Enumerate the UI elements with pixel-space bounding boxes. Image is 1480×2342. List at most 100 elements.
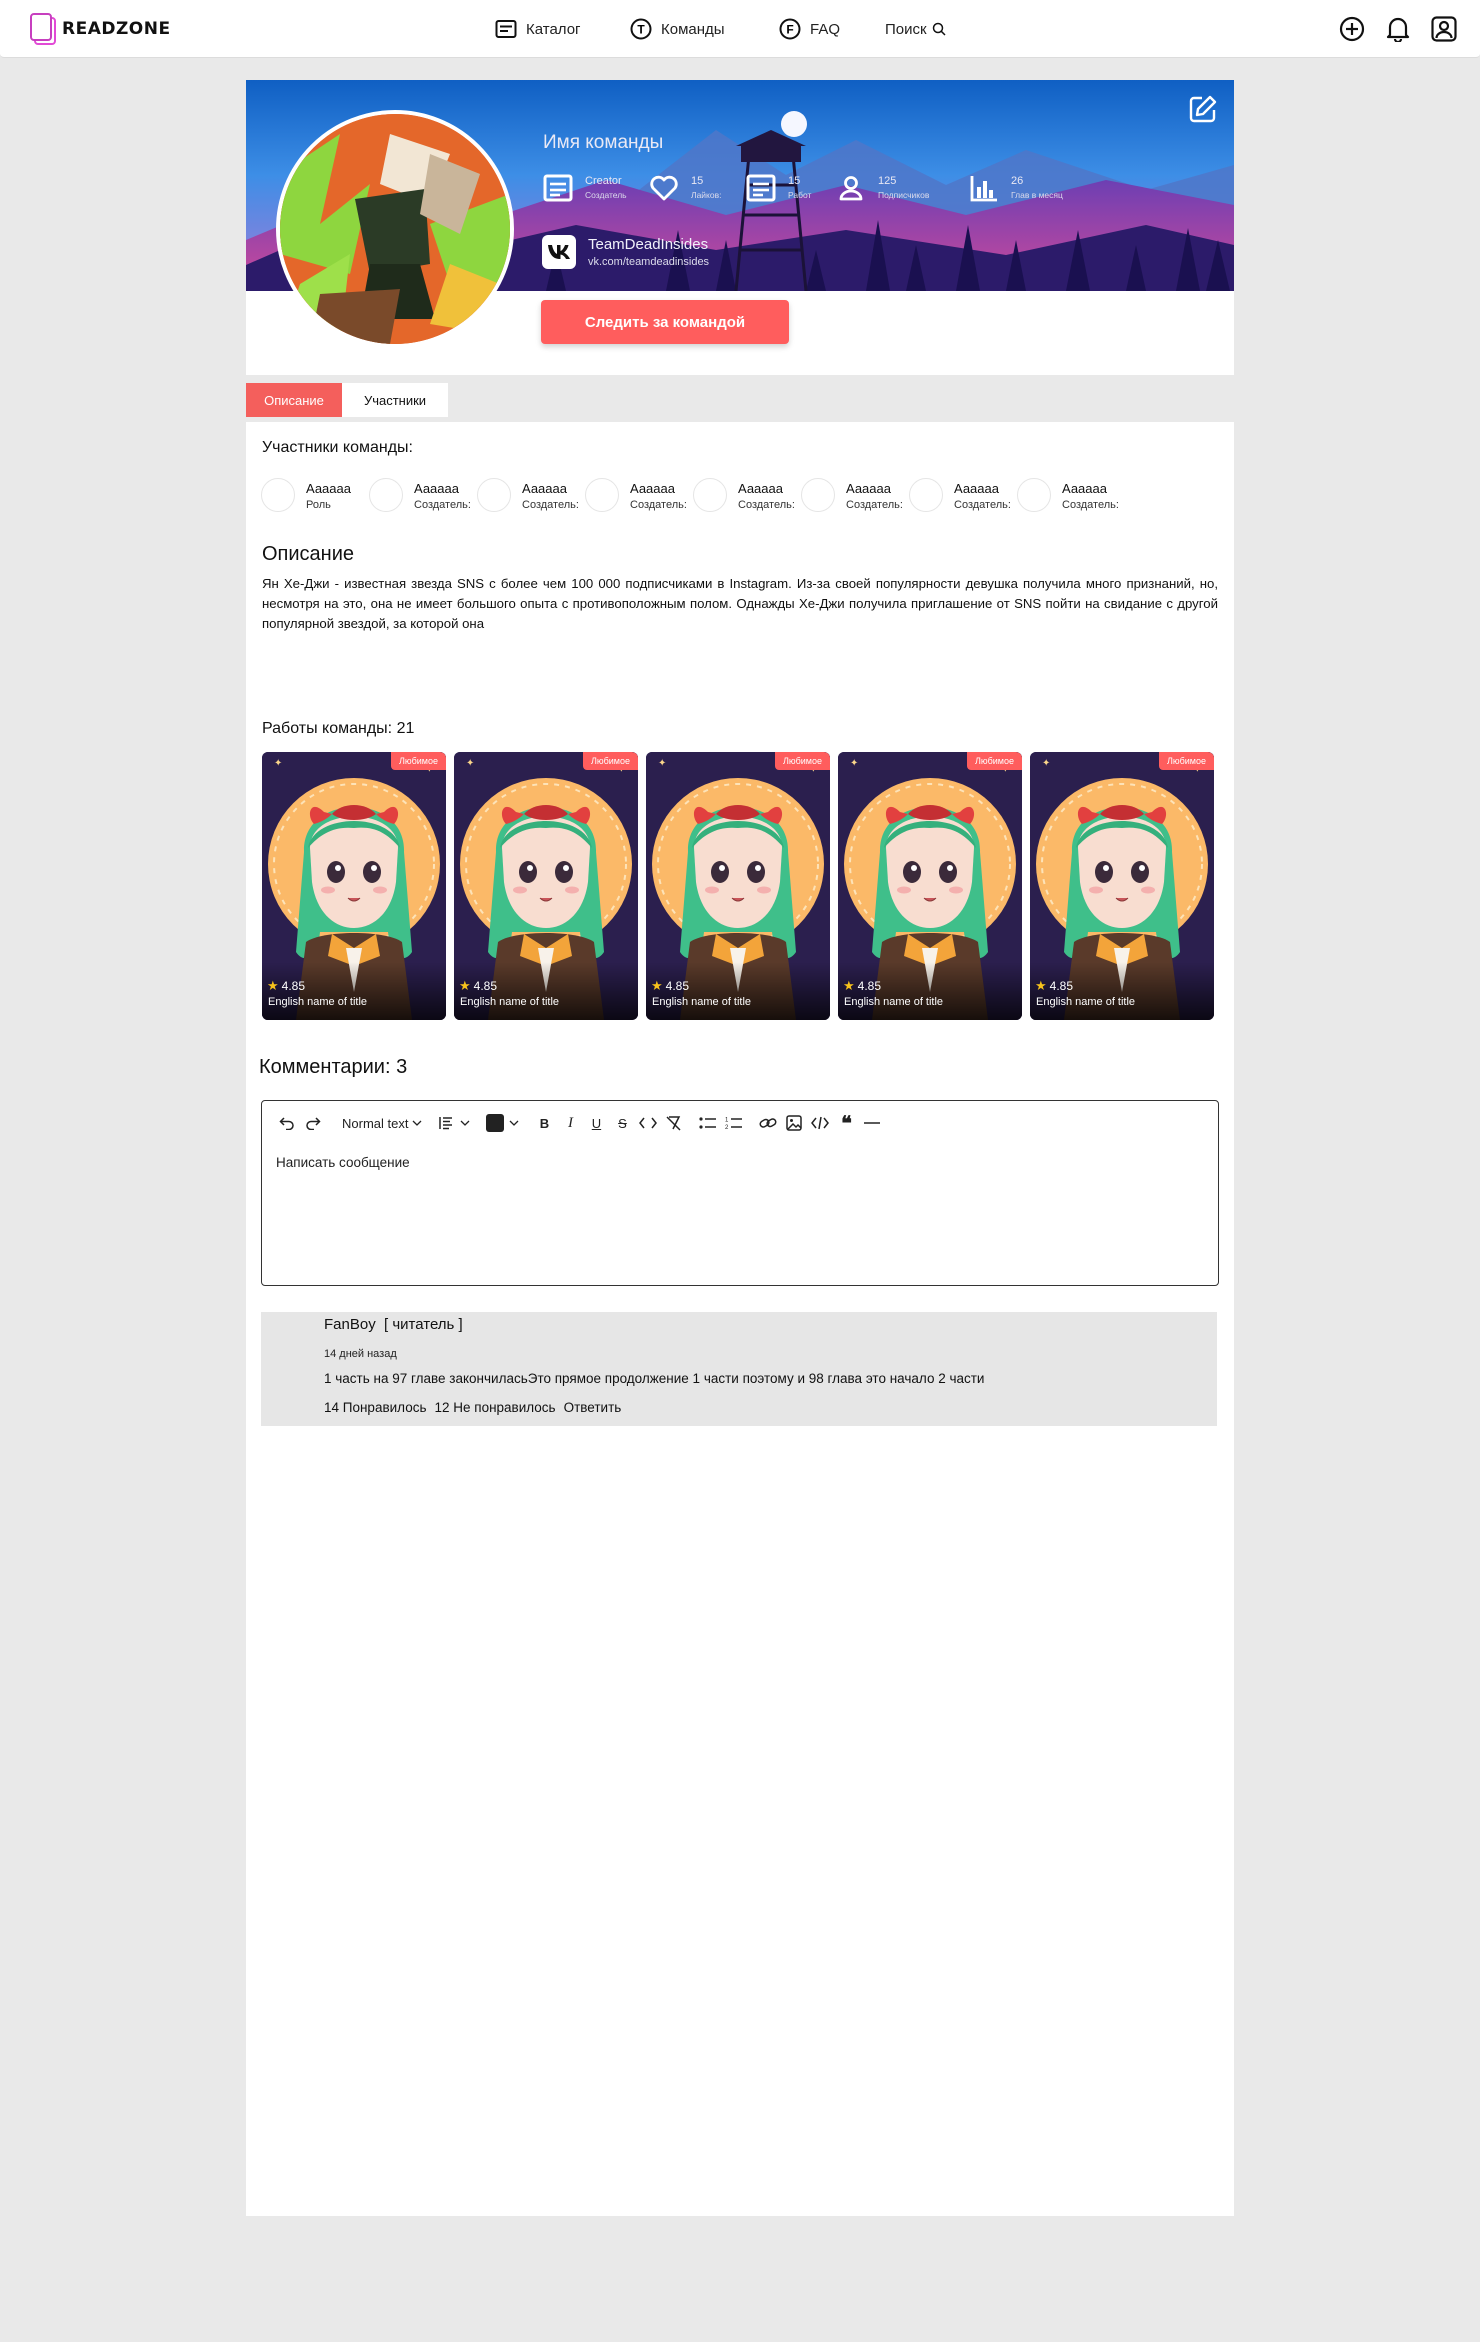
member-name: Аааааа (954, 481, 999, 496)
star-icon: ★ (1035, 978, 1047, 993)
comments-title: Комментарии: 3 (259, 1056, 408, 1078)
nav-teams[interactable]: T Команды (630, 18, 725, 40)
member-card[interactable]: Аааааа Создатель: (801, 478, 909, 512)
favorite-badge: Любимое (582, 752, 638, 770)
member-avatar (369, 478, 403, 512)
bar-chart-icon (970, 176, 997, 202)
svg-text:✦: ✦ (1042, 758, 1050, 769)
image-icon[interactable] (781, 1111, 807, 1135)
undo-icon[interactable] (274, 1111, 300, 1135)
work-card[interactable]: ✦ ✦ Любимое ★4.85 English name of title (646, 752, 830, 1020)
svg-text:1: 1 (725, 1118, 729, 1124)
member-card[interactable]: Аааааа Создатель: (585, 478, 693, 512)
member-avatar (477, 478, 511, 512)
edit-team-button[interactable] (1186, 92, 1220, 126)
comment-text: 1 часть на 97 главе закончиласьЭто прямо… (324, 1371, 985, 1386)
team-avatar (276, 110, 514, 348)
comment-author[interactable]: FanBoy (324, 1316, 376, 1333)
logo-icon (30, 13, 56, 45)
star-icon: ★ (651, 978, 663, 993)
member-card[interactable]: Аааааа Создатель: (369, 478, 477, 512)
work-rating: ★ 4.85 (267, 978, 305, 994)
inline-code-icon[interactable] (635, 1111, 661, 1135)
heart-icon (650, 175, 678, 201)
follow-team-button[interactable]: Следить за командой (541, 300, 789, 344)
logo[interactable]: READZONE (30, 13, 171, 45)
work-card[interactable]: ✦ ✦ Любимое ★4.85 English name of title (454, 752, 638, 1020)
align-dropdown[interactable] (438, 1111, 470, 1135)
work-card[interactable]: ✦ ✦ Любимое ★4.85 English name of title (1030, 752, 1214, 1020)
comment-time: 14 дней назад (324, 1348, 397, 1360)
svg-text:✦: ✦ (658, 758, 666, 769)
member-card[interactable]: Аааааа Создатель: (693, 478, 801, 512)
bullet-list-icon[interactable] (695, 1111, 721, 1135)
quote-icon[interactable]: ❝ (833, 1111, 859, 1135)
social-link[interactable]: vk.com/teamdeadinsides (588, 256, 709, 268)
stat-value: Creator (585, 175, 622, 187)
tab-content: Участники команды: Аааааа Роль Аааааа Со… (246, 422, 1234, 2216)
nav-search[interactable]: Поиск (885, 18, 947, 40)
link-icon[interactable] (755, 1111, 781, 1135)
vk-link-button[interactable] (542, 235, 576, 269)
member-avatar (693, 478, 727, 512)
stat-label: Работ (788, 190, 812, 200)
member-card[interactable]: Аааааа Создатель: (909, 478, 1017, 512)
member-card[interactable]: Аааааа Создатель: (477, 478, 585, 512)
comment-editor[interactable]: Normal text B I U S 12 ❝ Написать сообще… (261, 1100, 1219, 1286)
stat-value: 15 (788, 175, 801, 187)
code-block-icon[interactable] (807, 1111, 833, 1135)
clear-format-icon[interactable] (661, 1111, 687, 1135)
reply-button[interactable]: Ответить (564, 1400, 622, 1415)
underline-icon[interactable]: U (583, 1111, 609, 1135)
social-team-name[interactable]: TeamDeadInsides (588, 236, 708, 253)
rating-value: 4.85 (665, 979, 690, 993)
favorite-badge: Любимое (1158, 752, 1214, 770)
tab-members[interactable]: Участники (342, 383, 448, 417)
svg-text:✦: ✦ (274, 758, 282, 769)
numbered-list-icon[interactable]: 12 (721, 1111, 747, 1135)
catalog-icon (495, 18, 517, 40)
member-card[interactable]: Аааааа Создатель: (1017, 478, 1125, 512)
text-color-dropdown[interactable] (486, 1111, 519, 1135)
document-icon (746, 174, 776, 202)
work-title: English name of title (268, 996, 368, 1008)
svg-text:2: 2 (725, 1125, 729, 1130)
members-title: Участники команды: (262, 439, 413, 456)
editor-placeholder[interactable]: Написать сообщение (276, 1155, 410, 1170)
dislike-button[interactable]: 12 Не понравилось (434, 1400, 555, 1415)
nav-faq[interactable]: F FAQ (779, 18, 840, 40)
work-card[interactable]: ✦ ✦ Любимое ★4.85 English name of title (262, 752, 446, 1020)
work-rating: ★ 4.85 (1035, 978, 1073, 994)
italic-icon[interactable]: I (557, 1111, 583, 1135)
member-avatar (909, 478, 943, 512)
favorite-badge: Любимое (966, 752, 1022, 770)
member-card[interactable]: Аааааа Роль (261, 478, 369, 512)
work-title: English name of title (460, 996, 560, 1008)
text-style-dropdown[interactable]: Normal text (342, 1111, 422, 1135)
svg-text:✦: ✦ (850, 758, 858, 769)
profile-icon[interactable] (1430, 15, 1458, 43)
svg-text:✦: ✦ (466, 758, 474, 769)
nav-catalog[interactable]: Каталог (495, 18, 581, 40)
member-role: Создатель: (738, 499, 795, 511)
member-avatar (801, 478, 835, 512)
svg-text:F: F (786, 23, 793, 37)
work-rating: ★ 4.85 (843, 978, 881, 994)
add-icon[interactable] (1338, 15, 1366, 43)
notifications-bell-icon[interactable] (1384, 15, 1412, 43)
vk-icon (548, 245, 570, 259)
horizontal-rule-icon[interactable] (859, 1111, 885, 1135)
like-button[interactable]: 14 Понравилось (324, 1400, 426, 1415)
strikethrough-icon[interactable]: S (609, 1111, 635, 1135)
stat-value: 15 (691, 175, 704, 187)
top-navigation-bar: READZONE Каталог T Команды F FAQ Поиск (0, 0, 1480, 58)
tab-description[interactable]: Описание (246, 383, 342, 417)
favorite-badge: Любимое (390, 752, 446, 770)
work-rating: ★ 4.85 (459, 978, 497, 994)
team-page-card: Имя команды Creator Создатель 15 Лайков:… (246, 80, 1234, 2216)
bold-icon[interactable]: B (531, 1111, 557, 1135)
work-card[interactable]: ✦ ✦ Любимое ★4.85 English name of title (838, 752, 1022, 1020)
member-name: Аааааа (1062, 481, 1107, 496)
redo-icon[interactable] (300, 1111, 326, 1135)
favorite-badge: Любимое (774, 752, 830, 770)
